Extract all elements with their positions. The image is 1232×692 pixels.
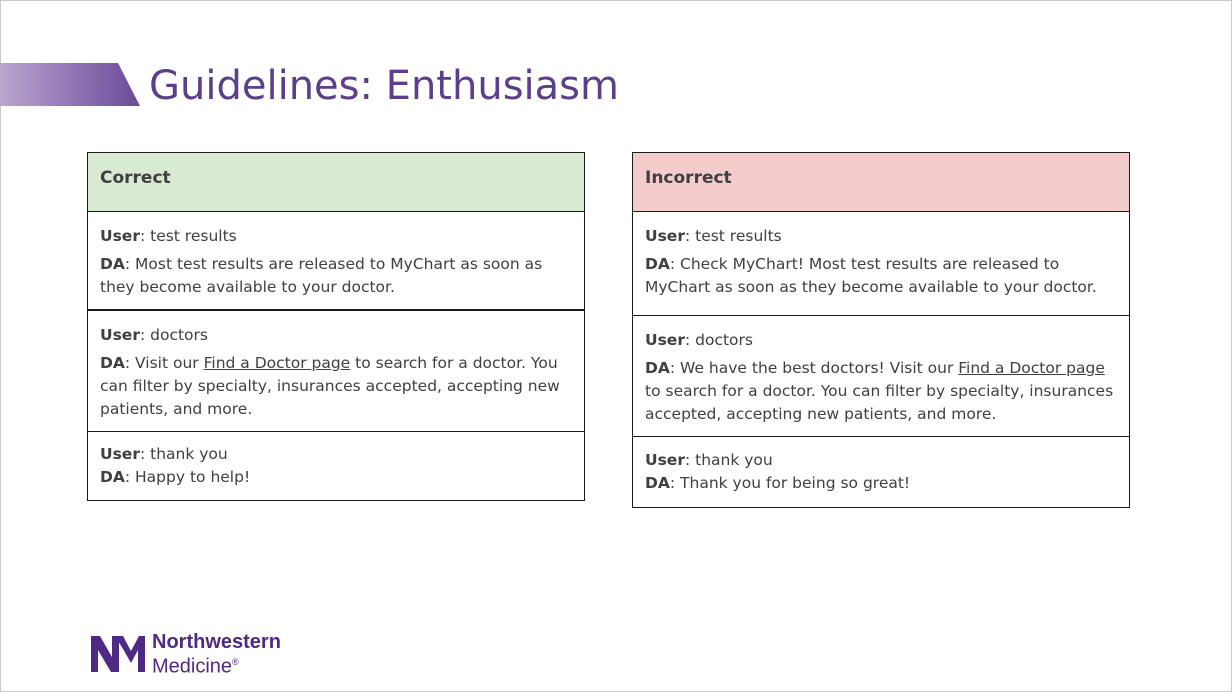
correct-exchange-doctors: User: doctors DA: Visit our Find a Docto… xyxy=(88,311,584,432)
find-a-doctor-link[interactable]: Find a Doctor page xyxy=(958,359,1105,377)
user-message: : test results xyxy=(684,227,782,245)
user-message: : thank you xyxy=(684,451,773,469)
da-line: DA: Happy to help! xyxy=(100,466,572,489)
correct-exchange-thank-you: User: thank you DA: Happy to help! xyxy=(88,432,584,500)
da-line: DA: We have the best doctors! Visit our … xyxy=(645,357,1117,426)
da-line: DA: Check MyChart! Most test results are… xyxy=(645,253,1117,299)
incorrect-exchange-thank-you: User: thank you DA: Thank you for being … xyxy=(633,437,1129,507)
northwestern-medicine-logo: Northwestern Medicine® xyxy=(90,632,281,677)
user-message: : test results xyxy=(139,227,237,245)
logo-line-medicine: Medicine® xyxy=(152,652,281,678)
incorrect-panel-header: Incorrect xyxy=(633,153,1129,212)
da-label: DA xyxy=(645,474,670,492)
logo-wordmark: Northwestern Medicine® xyxy=(152,632,281,677)
user-line: User: doctors xyxy=(100,324,572,347)
user-line: User: test results xyxy=(645,225,1117,248)
registered-mark: ® xyxy=(232,656,239,667)
find-a-doctor-link[interactable]: Find a Doctor page xyxy=(204,354,351,372)
da-line: DA: Thank you for being so great! xyxy=(645,472,1117,495)
user-label: User xyxy=(645,451,685,469)
page-title: Guidelines: Enthusiasm xyxy=(149,63,619,109)
user-line: User: test results xyxy=(100,225,572,248)
incorrect-exchange-doctors: User: doctors DA: We have the best docto… xyxy=(633,316,1129,437)
user-line: User: doctors xyxy=(645,329,1117,352)
incorrect-exchange-test-results: User: test results DA: Check MyChart! Mo… xyxy=(633,212,1129,316)
correct-exchange-test-results: User: test results DA: Most test results… xyxy=(88,212,584,311)
logo-line-northwestern: Northwestern xyxy=(152,630,281,653)
user-label: User xyxy=(645,227,685,245)
title-accent-bar xyxy=(0,63,140,106)
user-label: User xyxy=(100,326,140,344)
correct-panel: Correct User: test results DA: Most test… xyxy=(87,152,585,501)
da-label: DA xyxy=(100,354,125,372)
user-label: User xyxy=(100,227,140,245)
user-line: User: thank you xyxy=(100,443,572,466)
user-line: User: thank you xyxy=(645,449,1117,472)
logo-medicine-text: Medicine xyxy=(152,655,233,678)
da-message: : Thank you for being so great! xyxy=(669,474,911,492)
da-message-after-link: to search for a doctor. You can filter b… xyxy=(645,382,1114,423)
nm-logo-icon xyxy=(91,636,145,672)
da-message-before-link: : Visit our xyxy=(124,354,204,372)
da-message: : Most test results are released to MyCh… xyxy=(100,255,543,296)
da-line: DA: Visit our Find a Doctor page to sear… xyxy=(100,352,572,421)
da-message: : Check MyChart! Most test results are r… xyxy=(645,255,1097,296)
user-message: : doctors xyxy=(139,326,208,344)
incorrect-panel: Incorrect User: test results DA: Check M… xyxy=(632,152,1130,508)
da-label: DA xyxy=(100,468,125,486)
user-message: : thank you xyxy=(139,445,228,463)
user-label: User xyxy=(100,445,140,463)
correct-panel-header: Correct xyxy=(88,153,584,212)
da-message: : Happy to help! xyxy=(124,468,251,486)
user-message: : doctors xyxy=(684,331,753,349)
da-label: DA xyxy=(645,255,670,273)
user-label: User xyxy=(645,331,685,349)
da-label: DA xyxy=(645,359,670,377)
da-message-before-link: : We have the best doctors! Visit our xyxy=(669,359,959,377)
da-label: DA xyxy=(100,255,125,273)
da-line: DA: Most test results are released to My… xyxy=(100,253,572,299)
